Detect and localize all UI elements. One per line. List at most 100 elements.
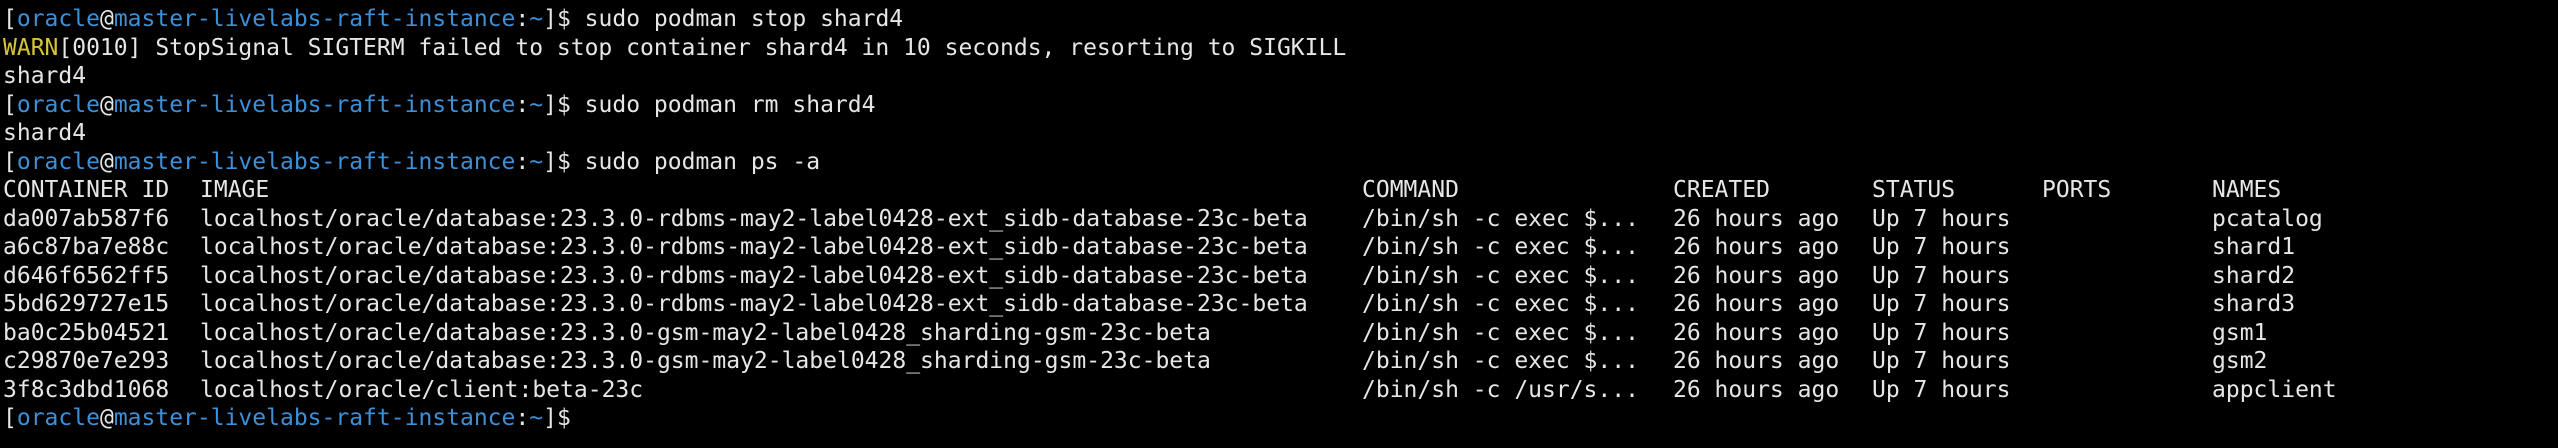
- cell-command: /bin/sh -c exec $...: [1362, 205, 1639, 232]
- header-names: NAMES: [2212, 177, 2282, 203]
- header-created: CREATED: [1673, 177, 1770, 203]
- cell-image: localhost/oracle/database:23.3.0-rdbms-m…: [200, 234, 1308, 260]
- cell-names: shard1: [2212, 234, 2296, 260]
- cell-container-id: da007ab587f6: [3, 205, 170, 232]
- table-row: 5bd629727e15 localhost/oracle/database:2…: [0, 290, 2558, 319]
- terminal-cursor[interactable]: [585, 408, 597, 430]
- warn-message: [0010] StopSignal SIGTERM failed to stop…: [58, 34, 1347, 61]
- output-line: shard4: [3, 63, 87, 89]
- cell-created: 26 hours ago: [1673, 234, 1840, 260]
- cell-command: /bin/sh -c exec $...: [1362, 348, 1639, 374]
- command-text: sudo podman ps -a: [584, 148, 821, 175]
- prompt-dollar: $: [556, 148, 585, 175]
- command-text: sudo podman rm shard4: [584, 91, 876, 118]
- cell-container-id: d646f6562ff5: [3, 262, 170, 289]
- prompt-colon: :: [515, 6, 530, 32]
- prompt-dollar: $: [556, 405, 585, 431]
- cell-container-id: ba0c25b04521: [3, 319, 170, 346]
- cell-names: shard3: [2212, 291, 2296, 317]
- cell-image: localhost/oracle/database:23.3.0-rdbms-m…: [200, 291, 1308, 317]
- cell-command: /bin/sh -c exec $...: [1362, 319, 1639, 346]
- prompt-line-active[interactable]: [oracle@master-livelabs-raft-instance:~]…: [0, 404, 2558, 433]
- cell-created: 26 hours ago: [1673, 205, 1840, 232]
- cell-container-id: 5bd629727e15: [3, 291, 170, 317]
- prompt-dollar: $: [556, 6, 585, 32]
- prompt-open-bracket: [: [3, 91, 17, 118]
- prompt-host: master-livelabs-raft-instance: [113, 148, 516, 175]
- prompt-at: @: [99, 405, 114, 431]
- cell-image: localhost/oracle/database:23.3.0-rdbms-m…: [200, 262, 1308, 289]
- cell-status: Up 7 hours: [1872, 205, 2011, 232]
- cell-container-id: c29870e7e293: [3, 348, 170, 374]
- prompt-host: master-livelabs-raft-instance: [113, 6, 516, 32]
- cell-command: /bin/sh -c exec $...: [1362, 262, 1639, 289]
- prompt-close-bracket: ]: [543, 91, 557, 118]
- cell-created: 26 hours ago: [1673, 262, 1840, 289]
- table-row: a6c87ba7e88c localhost/oracle/database:2…: [0, 233, 2558, 262]
- cell-names: appclient: [2212, 376, 2337, 403]
- output-line: shard4: [3, 120, 87, 146]
- prompt-close-bracket: ]: [543, 405, 557, 431]
- table-row: da007ab587f6 localhost/oracle/database:2…: [0, 205, 2558, 234]
- header-command: COMMAND: [1362, 177, 1459, 203]
- prompt-at: @: [99, 6, 114, 32]
- cell-command: /bin/sh -c /usr/s...: [1362, 376, 1639, 403]
- cell-status: Up 7 hours: [1872, 319, 2011, 346]
- cell-command: /bin/sh -c exec $...: [1362, 291, 1639, 317]
- prompt-open-bracket: [: [3, 6, 17, 32]
- cell-names: gsm2: [2212, 348, 2268, 374]
- prompt-close-bracket: ]: [543, 6, 557, 32]
- warn-label: WARN: [3, 34, 59, 61]
- cell-command: /bin/sh -c exec $...: [1362, 234, 1639, 260]
- cell-names: shard2: [2212, 262, 2296, 289]
- cell-created: 26 hours ago: [1673, 376, 1840, 403]
- table-row: ba0c25b04521 localhost/oracle/database:2…: [0, 319, 2558, 348]
- table-row: 3f8c3dbd1068 localhost/oracle/client:bet…: [0, 376, 2558, 405]
- prompt-host: master-livelabs-raft-instance: [113, 91, 516, 118]
- header-container-id: CONTAINER ID: [3, 177, 170, 203]
- prompt-open-bracket: [: [3, 148, 17, 175]
- prompt-path: ~: [529, 405, 544, 431]
- cell-container-id: 3f8c3dbd1068: [3, 376, 170, 403]
- table-header-row: CONTAINER ID IMAGE COMMAND CREATED STATU…: [0, 176, 2558, 205]
- cell-image: localhost/oracle/database:23.3.0-gsm-may…: [200, 348, 1211, 374]
- header-status: STATUS: [1872, 177, 1956, 203]
- prompt-at: @: [99, 148, 114, 175]
- cell-created: 26 hours ago: [1673, 319, 1840, 346]
- cell-status: Up 7 hours: [1872, 291, 2011, 317]
- prompt-dollar: $: [556, 91, 585, 118]
- prompt-colon: :: [515, 405, 530, 431]
- cell-names: gsm1: [2212, 319, 2268, 346]
- prompt-line: [oracle@master-livelabs-raft-instance:~]…: [0, 5, 2558, 34]
- cell-image: localhost/oracle/client:beta-23c: [200, 376, 644, 403]
- cell-created: 26 hours ago: [1673, 348, 1840, 374]
- table-row: c29870e7e293 localhost/oracle/database:2…: [0, 347, 2558, 376]
- cell-image: localhost/oracle/database:23.3.0-gsm-may…: [200, 319, 1211, 346]
- cell-status: Up 7 hours: [1872, 234, 2011, 260]
- prompt-path: ~: [529, 91, 544, 118]
- prompt-colon: :: [515, 148, 530, 175]
- prompt-path: ~: [529, 6, 544, 32]
- prompt-colon: :: [515, 91, 530, 118]
- cell-image: localhost/oracle/database:23.3.0-rdbms-m…: [200, 205, 1308, 232]
- command-text: sudo podman stop shard4: [584, 6, 904, 32]
- header-ports: PORTS: [2042, 177, 2112, 203]
- prompt-line: [oracle@master-livelabs-raft-instance:~]…: [0, 148, 2558, 177]
- prompt-at: @: [99, 91, 114, 118]
- cell-status: Up 7 hours: [1872, 376, 2011, 403]
- cell-status: Up 7 hours: [1872, 262, 2011, 289]
- cell-names: pcatalog: [2212, 205, 2323, 232]
- prompt-path: ~: [529, 148, 544, 175]
- terminal-window[interactable]: [oracle@master-livelabs-raft-instance:~]…: [0, 0, 2558, 448]
- prompt-close-bracket: ]: [543, 148, 557, 175]
- table-row: d646f6562ff5 localhost/oracle/database:2…: [0, 262, 2558, 291]
- prompt-user: oracle: [16, 6, 100, 32]
- header-image: IMAGE: [200, 177, 270, 203]
- prompt-user: oracle: [16, 148, 100, 175]
- prompt-host: master-livelabs-raft-instance: [113, 405, 516, 431]
- prompt-user: oracle: [16, 91, 100, 118]
- warning-line: WARN[0010] StopSignal SIGTERM failed to …: [0, 34, 2558, 63]
- cell-status: Up 7 hours: [1872, 348, 2011, 374]
- prompt-line: [oracle@master-livelabs-raft-instance:~]…: [0, 91, 2558, 120]
- cell-container-id: a6c87ba7e88c: [3, 234, 170, 260]
